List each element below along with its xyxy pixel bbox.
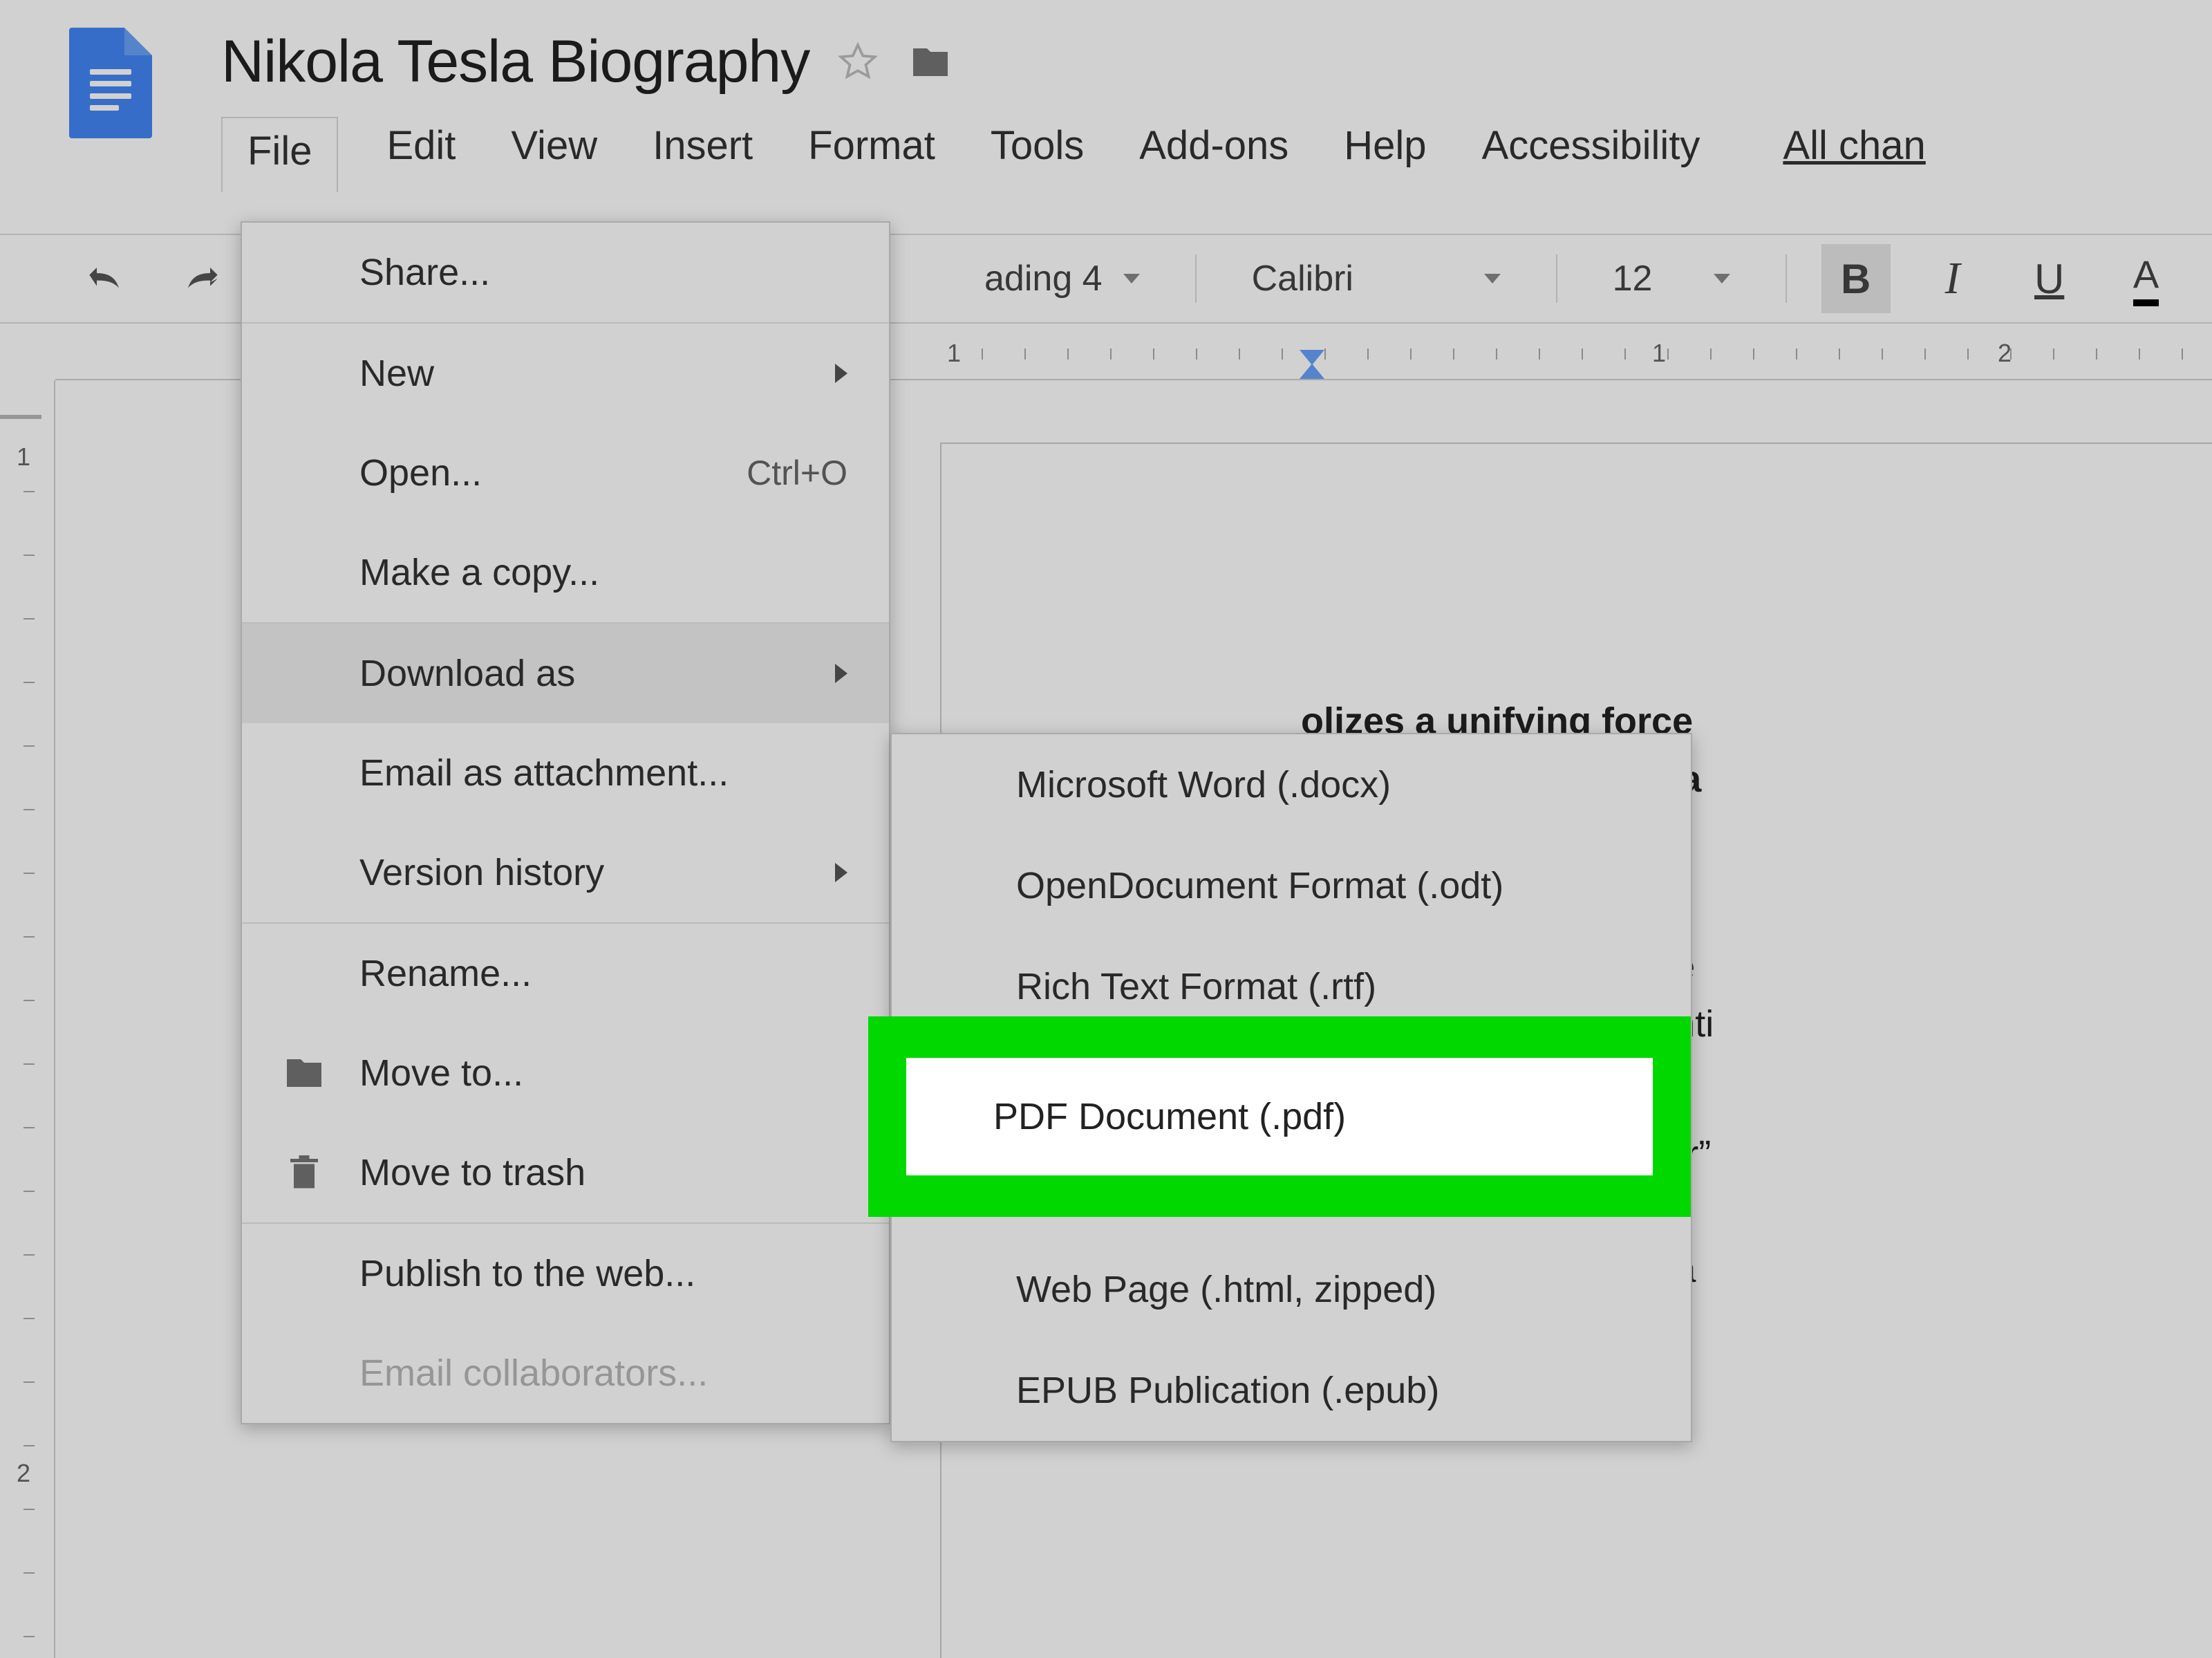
menu-label: Download as — [359, 652, 575, 695]
menu-format[interactable]: Format — [801, 117, 942, 192]
menu-label: Version history — [359, 851, 604, 894]
menu-label: Share... — [359, 251, 490, 294]
menu-tools[interactable]: Tools — [984, 117, 1091, 192]
document-title[interactable]: Nikola Tesla Biography — [221, 28, 809, 96]
paragraph-style-dropdown[interactable]: ading 4 — [964, 258, 1161, 299]
submenu-caret-icon — [835, 863, 847, 882]
ruler-v-num: 1 — [17, 443, 30, 472]
underline-button[interactable]: U — [2015, 244, 2084, 313]
font-size-dropdown[interactable]: 12 — [1592, 258, 1751, 299]
menu-addons[interactable]: Add-ons — [1132, 117, 1295, 192]
header: Nikola Tesla Biography File Edit View In… — [0, 0, 2212, 192]
caret-down-icon — [1714, 274, 1730, 283]
trash-icon — [283, 1152, 325, 1193]
toolbar-separator — [1556, 254, 1557, 303]
menu-item-email-attachment[interactable]: Email as attachment... — [242, 723, 889, 823]
menu-label: Move to... — [359, 1052, 523, 1095]
caret-down-icon — [1123, 274, 1140, 283]
menu-label: New — [359, 352, 434, 395]
file-menu-dropdown: Share... New Open... Ctrl+O Make a copy..… — [241, 221, 890, 1424]
ruler-h-num: 1 — [947, 339, 961, 368]
header-right: Nikola Tesla Biography File Edit View In… — [221, 28, 1933, 192]
submenu-item-odt[interactable]: OpenDocument Format (.odt) — [892, 835, 1691, 936]
menu-edit[interactable]: Edit — [379, 117, 462, 192]
move-folder-icon[interactable] — [906, 41, 955, 83]
menu-item-new[interactable]: New — [242, 324, 889, 423]
menu-item-share[interactable]: Share... — [242, 223, 889, 322]
indent-marker-icon[interactable] — [1300, 350, 1324, 379]
undo-button[interactable] — [76, 257, 140, 301]
bold-button[interactable]: B — [1821, 244, 1891, 313]
text-color-label: A — [2133, 252, 2159, 306]
highlight-callout: PDF Document (.pdf) — [868, 1016, 1691, 1217]
font-family-label: Calibri — [1252, 258, 1353, 299]
menu-file[interactable]: File — [221, 117, 338, 192]
menu-item-move-trash[interactable]: Move to trash — [242, 1123, 889, 1222]
doc-icon-lines — [90, 69, 131, 111]
menu-label: Email as attachment... — [359, 752, 729, 794]
text-color-button[interactable]: A — [2112, 244, 2181, 313]
toolbar-separator — [1195, 254, 1197, 303]
menu-item-email-collaborators[interactable]: Email collaborators... — [242, 1323, 889, 1423]
changes-link[interactable]: All chan — [1776, 117, 1932, 192]
menu-shortcut: Ctrl+O — [747, 453, 847, 493]
submenu-item-epub[interactable]: EPUB Publication (.epub) — [892, 1340, 1691, 1441]
submenu-caret-icon — [835, 664, 847, 683]
menu-view[interactable]: View — [504, 117, 604, 192]
menu-item-open[interactable]: Open... Ctrl+O — [242, 423, 889, 523]
italic-button[interactable]: I — [1918, 244, 1987, 313]
menu-item-download-as[interactable]: Download as — [242, 624, 889, 723]
menu-accessibility[interactable]: Accessibility — [1475, 117, 1707, 192]
submenu-item-docx[interactable]: Microsoft Word (.docx) — [892, 734, 1691, 835]
menu-item-move-to[interactable]: Move to... — [242, 1023, 889, 1123]
menu-label: Open... — [359, 451, 482, 494]
caret-down-icon — [1484, 274, 1501, 283]
redo-button[interactable] — [167, 257, 231, 301]
menu-item-publish-web[interactable]: Publish to the web... — [242, 1224, 889, 1323]
ruler-guide — [0, 415, 41, 419]
ruler-h-num: 1 — [1652, 339, 1666, 368]
menu-help[interactable]: Help — [1337, 117, 1433, 192]
folder-icon — [283, 1052, 325, 1094]
paragraph-style-label: ading 4 — [984, 258, 1103, 299]
menu-item-rename[interactable]: Rename... — [242, 924, 889, 1023]
ruler-v-num: 2 — [17, 1459, 30, 1488]
toolbar-separator — [1785, 254, 1787, 303]
menu-item-make-copy[interactable]: Make a copy... — [242, 523, 889, 622]
menu-bar: File Edit View Insert Format Tools Add-o… — [221, 117, 1933, 192]
font-size-label: 12 — [1613, 258, 1653, 299]
submenu-item-html[interactable]: Web Page (.html, zipped) — [892, 1239, 1691, 1340]
menu-insert[interactable]: Insert — [646, 117, 760, 192]
menu-label: Email collaborators... — [359, 1352, 708, 1395]
vertical-ruler[interactable]: 1 2 — [0, 380, 55, 1658]
star-icon[interactable] — [837, 41, 879, 83]
docs-app-icon[interactable] — [69, 28, 152, 138]
title-row: Nikola Tesla Biography — [221, 28, 1933, 96]
highlight-pdf-item[interactable]: PDF Document (.pdf) — [906, 1058, 1653, 1175]
menu-item-version-history[interactable]: Version history — [242, 823, 889, 922]
font-family-dropdown[interactable]: Calibri — [1231, 258, 1521, 299]
menu-label: Move to trash — [359, 1151, 585, 1194]
menu-label: Make a copy... — [359, 551, 599, 594]
menu-label: Rename... — [359, 952, 532, 995]
menu-label: Publish to the web... — [359, 1252, 695, 1295]
submenu-caret-icon — [835, 364, 847, 383]
